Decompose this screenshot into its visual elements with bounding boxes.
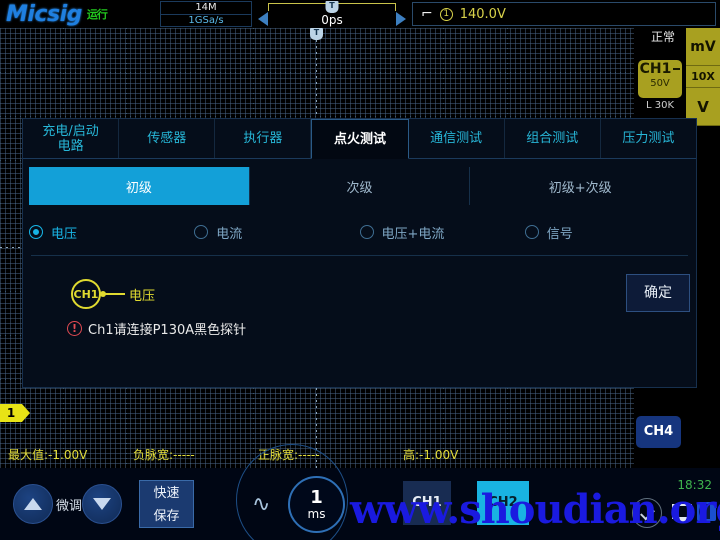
quick-save-line1: 快速 [153, 486, 180, 501]
radio-dot-icon [524, 225, 539, 239]
bottom-channel-1-tab[interactable]: CH1 [403, 481, 451, 525]
radio-signal[interactable]: 信号 [524, 223, 690, 242]
menu-chevron-button[interactable] [632, 498, 662, 528]
connection-guide-area: CH1 电压 ! Ch1请连接P130A黑色探针 确定 [23, 256, 696, 368]
measurement-maximum[interactable]: 最大值:-1.00V [8, 446, 133, 463]
radio-voltage-label: 电压 [51, 226, 78, 242]
waveform-icon[interactable]: ∿ [252, 492, 270, 517]
timebase-control[interactable]: 1 ms [288, 476, 345, 533]
run-status-label: 运行 [86, 7, 108, 21]
radio-voltage-plus-current[interactable]: 电压+电流 [359, 223, 525, 242]
trigger-status-label: 正常 [650, 30, 675, 44]
arrow-left-icon[interactable] [258, 12, 268, 26]
subtab-secondary[interactable]: 次级 [250, 167, 471, 205]
signal-type-radio-group: 电压 电流 电压+电流 信号 [23, 209, 696, 255]
power-indicator-icon[interactable] [697, 502, 716, 521]
tab-charging-start-circuit[interactable]: 充电/启动 电路 [23, 119, 120, 158]
channel-1-name: CH1 [638, 60, 682, 78]
trigger-marker-icon: T [325, 1, 339, 13]
fine-adjust-label[interactable]: 微调 [56, 495, 82, 514]
ignition-stage-subtabs: 初级 次级 初级+次级 [29, 167, 690, 205]
channel-1-bandwidth: L 30K [645, 100, 675, 111]
trigger-marker-grid-icon[interactable]: T [310, 28, 323, 40]
radio-current-label: 电流 [216, 226, 243, 242]
tab-sensor[interactable]: 传感器 [119, 119, 216, 158]
triangle-down-icon [93, 498, 111, 510]
rising-edge-icon: ⌐ [421, 6, 433, 22]
trigger-source-icon: 1 [439, 7, 453, 21]
radio-current[interactable]: 电流 [194, 223, 359, 242]
confirm-button[interactable]: 确定 [626, 274, 690, 312]
probe-warning-text: Ch1请连接P130A黑色探针 [88, 323, 247, 338]
test-category-tabs: 充电/启动 电路 传感器 执行器 点火测试 通信测试 组合测试 压力测试 [23, 119, 696, 159]
scale-up-button[interactable] [13, 484, 53, 524]
trigger-position-value: 0ps [321, 13, 343, 27]
channel-1-signal-label: 电压 [129, 289, 156, 304]
radio-dot-icon [194, 225, 209, 239]
radio-signal-label: 信号 [546, 226, 573, 242]
oscilloscope-screen: Micsig 运行 14M 1GSa/s T 0ps ⌐ 1 140.0V T … [0, 0, 720, 540]
channel-1-circle-icon: CH1 [71, 279, 101, 309]
vertical-scale-buttons: mV 10X V [686, 28, 720, 126]
trigger-position-control[interactable]: T 0ps [258, 1, 406, 27]
brand-logo: Micsig 运行 [0, 0, 160, 28]
measurement-neg-pulse-width[interactable]: 负脉宽:----- [133, 446, 258, 463]
radio-voltage[interactable]: 电压 [29, 223, 194, 242]
acquisition-info[interactable]: 14M 1GSa/s [160, 1, 252, 27]
scale-down-button[interactable] [82, 484, 122, 524]
quick-save-line2: 保存 [153, 509, 180, 524]
channel-4-button[interactable]: CH4 [636, 416, 681, 448]
measurement-high[interactable]: 高:-1.00V [403, 446, 543, 463]
tab-pressure-test[interactable]: 压力测试 [600, 119, 696, 158]
system-clock: 18:32 [677, 478, 712, 492]
triangle-up-icon [24, 498, 42, 510]
radio-dot-icon [29, 225, 43, 239]
bottom-channel-2-tab[interactable]: CH2 [477, 481, 529, 525]
quick-save-button[interactable]: 快速 保存 [139, 480, 194, 528]
bottom-toolbar: 微调 快速 保存 ∿ 1 ms CH1 CH2 18:32 [0, 444, 720, 540]
memory-depth-value: 14M [195, 1, 217, 13]
sample-rate-value: 1GSa/s [161, 13, 251, 27]
timebase-value: 1 [310, 487, 323, 508]
warning-icon: ! [67, 321, 82, 336]
arrow-right-icon[interactable] [396, 12, 406, 26]
top-status-bar: Micsig 运行 14M 1GSa/s T 0ps ⌐ 1 140.0V [0, 0, 720, 28]
logo-text: Micsig [6, 1, 82, 27]
tab-ignition-test[interactable]: 点火测试 [311, 119, 409, 159]
display-monitor-icon[interactable] [672, 504, 692, 522]
coupling-dash-icon [673, 68, 681, 70]
probe-warning: ! Ch1请连接P130A黑色探针 [67, 319, 246, 338]
scale-mv-button[interactable]: mV [686, 28, 720, 66]
tab-actuator[interactable]: 执行器 [215, 119, 312, 158]
tab-combination-test[interactable]: 组合测试 [504, 119, 601, 158]
connector-line-icon [100, 291, 125, 297]
probe-10x-button[interactable]: 10X [686, 66, 720, 88]
timebase-unit: ms [307, 507, 326, 521]
automotive-test-dialog: 充电/启动 电路 传感器 执行器 点火测试 通信测试 组合测试 压力测试 初级 次… [22, 118, 697, 388]
channel-1-badge[interactable]: CH1 50V [638, 60, 682, 98]
channel-1-scale: 50V [650, 78, 670, 89]
channel-1-ground-marker[interactable]: 1 [0, 404, 30, 422]
subtab-primary-plus-secondary[interactable]: 初级+次级 [470, 167, 690, 205]
trigger-level-value: 140.0V [459, 6, 506, 22]
tab-communication-test[interactable]: 通信测试 [408, 119, 505, 158]
trigger-info-box[interactable]: ⌐ 1 140.0V [412, 2, 716, 26]
radio-voltage-current-label: 电压+电流 [381, 226, 445, 242]
subtab-primary[interactable]: 初级 [29, 167, 250, 205]
radio-dot-icon [359, 225, 374, 239]
